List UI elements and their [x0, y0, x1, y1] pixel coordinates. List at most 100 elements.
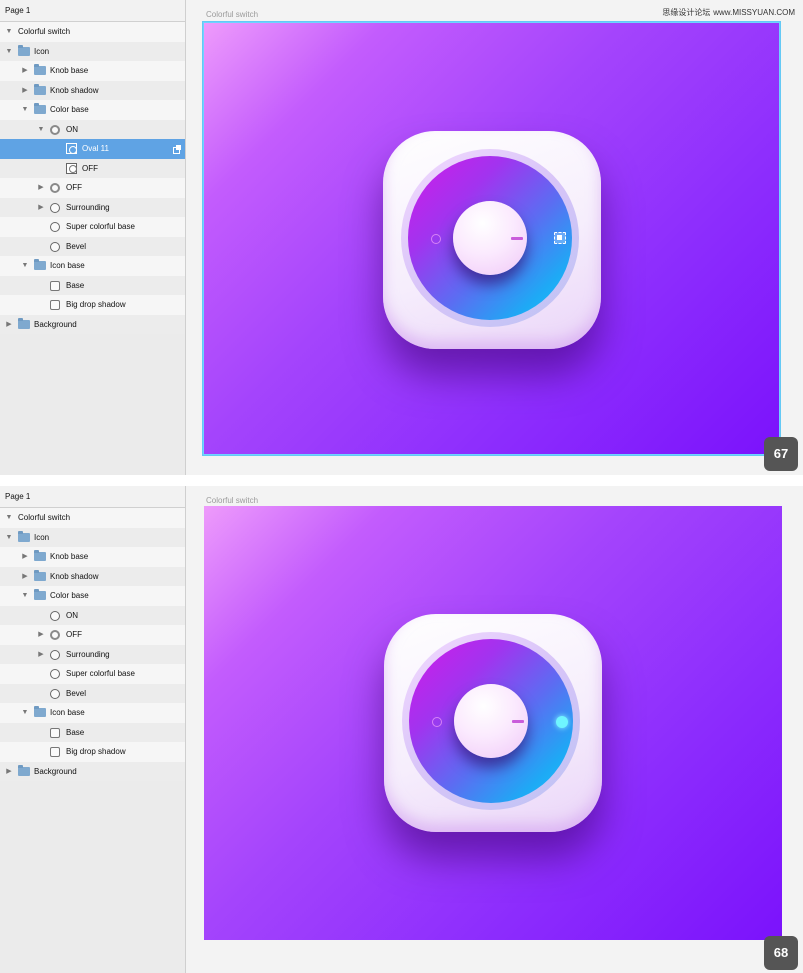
knob[interactable]: [454, 684, 528, 758]
layer-row[interactable]: ▼ Icon base: [0, 703, 185, 723]
layer-row[interactable]: Super colorful base: [0, 664, 185, 684]
on-indicator[interactable]: [556, 716, 568, 728]
layer-label: Oval 11: [82, 144, 109, 153]
layer-label: Base: [66, 280, 85, 290]
page-title[interactable]: Page 1: [0, 0, 185, 22]
artboard-title[interactable]: Colorful switch: [206, 10, 258, 19]
oval-group-icon: [50, 630, 60, 640]
disclosure-expanded-icon[interactable]: ▼: [4, 528, 14, 548]
disclosure-collapsed-icon[interactable]: ▶: [20, 547, 30, 567]
layer-row[interactable]: ▶ Knob base: [0, 547, 185, 567]
disclosure-expanded-icon[interactable]: ▼: [4, 508, 14, 528]
layer-row[interactable]: ▼ Icon base: [0, 256, 185, 276]
layer-row[interactable]: ▶ Knob shadow: [0, 566, 185, 587]
layer-label: Super colorful base: [66, 669, 135, 678]
off-indicator[interactable]: [431, 234, 441, 244]
layer-options-icon[interactable]: [173, 145, 181, 154]
layer-row[interactable]: ▶ OFF: [0, 625, 185, 645]
layer-tree: ▼ Colorful switch ▼ Icon ▶ Knob base ▶ Knob sha…: [0, 22, 185, 334]
layer-row[interactable]: ▶ Surrounding: [0, 197, 185, 218]
layer-row[interactable]: ON: [0, 605, 185, 625]
layer-row[interactable]: ▶ Knob shadow: [0, 80, 185, 101]
layer-row[interactable]: Base: [0, 722, 185, 742]
layer-label: OFF: [66, 630, 82, 639]
disclosure-collapsed-icon[interactable]: ▶: [36, 198, 46, 218]
disclosure-collapsed-icon[interactable]: ▶: [20, 567, 30, 587]
layer-label: Surrounding: [66, 649, 110, 659]
knob-indicator-dash: [511, 237, 523, 240]
layer-row[interactable]: Super colorful base: [0, 217, 185, 237]
folder-icon: [34, 706, 46, 717]
colorful-base-ring[interactable]: [408, 156, 572, 320]
folder-icon: [34, 103, 46, 114]
folder-icon: [34, 64, 46, 75]
folder-icon: [34, 259, 46, 270]
layer-row[interactable]: ▶ OFF: [0, 178, 185, 198]
artboard[interactable]: [203, 22, 780, 455]
oval-group-icon: [50, 183, 60, 193]
disclosure-collapsed-icon[interactable]: ▶: [36, 625, 46, 645]
disclosure-expanded-icon[interactable]: ▼: [20, 100, 30, 120]
layer-row[interactable]: Bevel: [0, 683, 185, 703]
artboard[interactable]: [204, 506, 782, 940]
layer-row[interactable]: Oval 11: [0, 139, 185, 159]
oval-icon: [50, 610, 60, 621]
layer-label: Icon: [34, 46, 50, 56]
app-icon[interactable]: [383, 131, 601, 349]
layer-label: ON: [66, 610, 78, 620]
disclosure-expanded-icon[interactable]: ▼: [20, 586, 30, 606]
disclosure-collapsed-icon[interactable]: ▶: [4, 762, 14, 782]
on-indicator-selected[interactable]: [554, 232, 566, 244]
layer-row[interactable]: ▼ Icon: [0, 527, 185, 548]
app-icon[interactable]: [384, 614, 602, 832]
surrounding-ring[interactable]: [402, 632, 580, 810]
folder-icon: [34, 569, 46, 581]
layer-label: Bevel: [66, 688, 87, 698]
layer-row[interactable]: ▼ Color base: [0, 586, 185, 606]
disclosure-expanded-icon[interactable]: ▼: [36, 120, 46, 140]
folder-icon: [34, 550, 46, 561]
layer-row[interactable]: ▼ Colorful switch: [0, 508, 185, 528]
layer-row[interactable]: OFF: [0, 158, 185, 178]
layer-label: ON: [66, 124, 78, 134]
layer-row[interactable]: Big drop shadow: [0, 742, 185, 762]
layer-row[interactable]: ▶ Background: [0, 314, 185, 335]
oval-shape-icon: [66, 143, 77, 154]
layer-row[interactable]: ▶ Background: [0, 761, 185, 782]
layer-row[interactable]: ▶ Knob base: [0, 61, 185, 81]
layer-row[interactable]: ▼ ON: [0, 119, 185, 140]
layer-row[interactable]: ▼ Icon: [0, 41, 185, 62]
disclosure-expanded-icon[interactable]: ▼: [4, 42, 14, 62]
disclosure-collapsed-icon[interactable]: ▶: [36, 178, 46, 198]
disclosure-collapsed-icon[interactable]: ▶: [20, 61, 30, 81]
layer-row[interactable]: Bevel: [0, 236, 185, 256]
layer-row[interactable]: Big drop shadow: [0, 295, 185, 315]
disclosure-expanded-icon[interactable]: ▼: [20, 256, 30, 276]
disclosure-collapsed-icon[interactable]: ▶: [20, 81, 30, 101]
folder-icon: [18, 44, 30, 56]
layer-label: Knob base: [50, 66, 89, 75]
off-indicator[interactable]: [432, 717, 442, 727]
knob-indicator-dash: [512, 720, 524, 723]
layer-label: Surrounding: [66, 202, 110, 212]
colorful-base-ring[interactable]: [409, 639, 573, 803]
oval-group-icon: [50, 124, 60, 135]
disclosure-expanded-icon[interactable]: ▼: [4, 22, 14, 42]
layer-label: OFF: [82, 163, 98, 173]
surrounding-ring[interactable]: [401, 149, 579, 327]
knob[interactable]: [453, 201, 527, 275]
layer-label: Base: [66, 727, 85, 737]
layer-label: Knob shadow: [50, 85, 99, 95]
artboard-title[interactable]: Colorful switch: [206, 496, 258, 505]
layer-row[interactable]: ▼ Color base: [0, 100, 185, 120]
layer-row[interactable]: ▶ Surrounding: [0, 644, 185, 665]
layer-row[interactable]: ▼ Colorful switch: [0, 22, 185, 42]
layer-row[interactable]: Base: [0, 275, 185, 295]
folder-icon: [18, 530, 30, 542]
layer-label: Big drop shadow: [66, 747, 126, 756]
layer-label: Color base: [50, 105, 89, 114]
disclosure-expanded-icon[interactable]: ▼: [20, 703, 30, 723]
page-title[interactable]: Page 1: [0, 486, 185, 508]
disclosure-collapsed-icon[interactable]: ▶: [4, 315, 14, 335]
disclosure-collapsed-icon[interactable]: ▶: [36, 645, 46, 665]
